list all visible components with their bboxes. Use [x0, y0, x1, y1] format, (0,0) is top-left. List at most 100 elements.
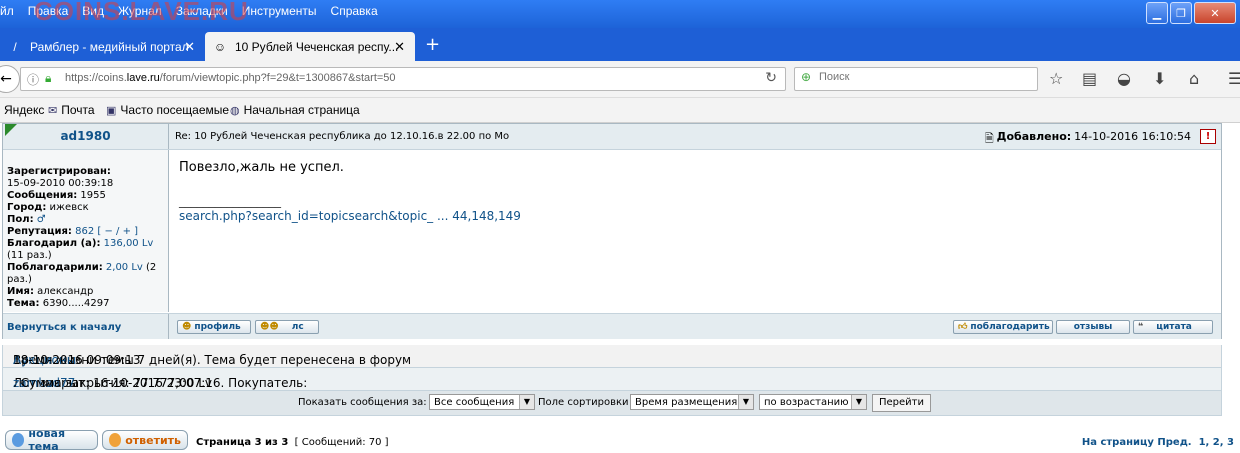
pocket-icon[interactable]: ◒ — [1117, 69, 1131, 88]
post-subject[interactable]: Re: 10 Рублей Чеченская республика до 12… — [175, 131, 509, 142]
reload-icon[interactable]: ↻ — [765, 70, 777, 86]
tab-rambler[interactable]: / Рамблер - медийный портал ✕ — [0, 32, 205, 61]
button-label: ответить — [125, 433, 181, 447]
quote-icon: ❝ — [1138, 322, 1144, 332]
go-button[interactable]: Перейти — [872, 394, 931, 412]
gender-label: Пол: — [7, 214, 34, 225]
pagination: На страницу Пред. 1, 2, 3 — [1082, 437, 1234, 448]
bookmark-frequent[interactable]: ▣ Часто посещаемые — [106, 103, 229, 117]
download-icon[interactable]: ⬇ — [1153, 69, 1166, 88]
tab-close-icon[interactable]: ✕ — [184, 39, 195, 55]
menu-edit[interactable]: Правка — [28, 4, 69, 18]
dropdown-arrow-icon: ▼ — [738, 395, 753, 409]
button-label: профиль — [194, 322, 241, 332]
city-label: Город: — [7, 202, 47, 213]
prev-page-link[interactable]: Пред. — [1157, 437, 1191, 448]
show-label: Показать сообщения за: — [298, 397, 427, 408]
home-icon[interactable]: ⌂ — [1189, 69, 1199, 88]
was-thanked-value[interactable]: 2,00 Lv — [106, 262, 143, 273]
button-label: цитата — [1156, 322, 1192, 332]
info-icon[interactable]: ⓘ — [27, 71, 39, 88]
thanked-times: (11 раз.) — [7, 250, 52, 261]
reputation-value[interactable]: 862 — [75, 226, 94, 237]
menu-view[interactable]: Вид — [82, 4, 104, 18]
window-controls: ▁ ❐ ✕ — [1146, 2, 1236, 24]
tab-label: Рамблер - медийный портал — [30, 39, 189, 54]
mail-icon: ✉ — [48, 104, 58, 117]
search-box[interactable]: ⊕ — [794, 67, 1038, 91]
bookmark-label: Начальная страница — [243, 103, 360, 117]
registered-value: 15-09-2010 00:39:18 — [7, 178, 114, 189]
pm-button[interactable]: ☻☻ лс — [255, 320, 319, 334]
reputation-controls[interactable]: [ − / + ] — [97, 226, 138, 237]
male-icon: ♂ — [36, 214, 46, 225]
new-tab-button[interactable]: + — [425, 34, 440, 55]
bookmarks-bar: Яндекс ✉ Почта ▣ Часто посещаемые ◍ Нача… — [0, 98, 1240, 123]
reviews-button[interactable]: отзывы — [1056, 320, 1130, 334]
new-topic-icon — [12, 433, 25, 447]
page-links[interactable]: 1, 2, 3 — [1199, 437, 1234, 448]
reply-button[interactable]: ответить — [102, 430, 188, 450]
author-profile: Зарегистрирован: 15-09-2010 00:39:18 Соо… — [3, 150, 169, 312]
lifetime-date: 18-10-2016 09:09:13 — [13, 353, 141, 367]
globe-icon: ◍ — [230, 104, 240, 117]
signature-rule: _________________ — [179, 194, 281, 208]
closed-sum: . Сумма закрытия: 77 777,00 Lv — [13, 376, 212, 390]
reputation-label: Репутация: — [7, 226, 72, 237]
bookmark-yandex[interactable]: Яндекс — [4, 103, 44, 117]
menu-help[interactable]: Справка — [331, 4, 378, 18]
lock-icon: 🔒︎ — [45, 71, 52, 85]
show-select[interactable]: Все сообщения ▼ — [429, 394, 535, 410]
signature-link[interactable]: search.php?search_id=topicsearch&topic_ … — [179, 209, 521, 223]
report-icon[interactable]: ! — [1200, 129, 1216, 144]
title-bar: йл Правка Вид Журнал Закладки Инструмент… — [0, 0, 1240, 28]
quote-button[interactable]: ❝ цитата — [1133, 320, 1213, 334]
profile-button[interactable]: ☻ профиль — [177, 320, 251, 334]
name-value: александр — [37, 286, 94, 297]
pager-label: На страницу — [1081, 437, 1154, 448]
thanked-value[interactable]: 136,00 Lv — [104, 238, 154, 249]
tab-close-icon[interactable]: ✕ — [394, 39, 405, 55]
url-text: https://coins.lave.ru/forum/viewtopic.ph… — [65, 72, 396, 84]
address-bar[interactable]: ⓘ 🔒︎ https://coins.lave.ru/forum/viewtop… — [20, 67, 786, 91]
back-arrow-icon[interactable]: ← — [0, 65, 20, 93]
search-input[interactable] — [817, 70, 1021, 84]
thanked-label: Благодарил (а): — [7, 238, 101, 249]
minimize-icon[interactable]: ▁ — [1146, 2, 1168, 24]
forum-post: ad1980 Re: 10 Рублей Чеченская республик… — [2, 123, 1222, 339]
bookmark-mail[interactable]: ✉ Почта — [48, 103, 95, 117]
bookmark-start[interactable]: ◍ Начальная страница — [230, 103, 360, 117]
tab-active[interactable]: ☺ 10 Рублей Чеченская респу... ✕ — [205, 32, 415, 61]
page-info: Страница 3 из 3 [ Сообщений: 70 ] — [196, 437, 389, 448]
post-header: ad1980 Re: 10 Рублей Чеченская республик… — [3, 124, 1221, 150]
maximize-icon[interactable]: ❐ — [1170, 2, 1192, 24]
menu-tools[interactable]: Инструменты — [242, 4, 317, 18]
star-icon[interactable]: ☆ — [1049, 69, 1063, 88]
show-value: Все сообщения — [434, 397, 515, 408]
messages-label: Сообщения: — [7, 190, 78, 201]
menu-history[interactable]: Журнал — [118, 4, 162, 18]
new-topic-button[interactable]: новая тема — [5, 427, 98, 453]
back-to-top-link[interactable]: Вернуться к началу — [7, 322, 121, 333]
menu-bar: йл Правка Вид Журнал Закладки Инструмент… — [0, 4, 378, 18]
post-author[interactable]: ad1980 — [3, 129, 168, 143]
post-message: Повезло,жаль не успел. — [179, 160, 344, 175]
post-actions: Вернуться к началу ☻ профиль ☻☻ лс 👍︎ по… — [3, 313, 1221, 339]
reading-list-icon[interactable]: ▤ — [1082, 69, 1097, 88]
dropdown-arrow-icon: ▼ — [519, 395, 534, 409]
search-engine-icon: ⊕ — [801, 70, 812, 84]
page-label: Страница 3 из 3 — [196, 437, 289, 448]
users-icon: ☻☻ — [260, 322, 279, 332]
bookmark-label: Яндекс — [4, 103, 45, 117]
menu-file[interactable]: йл — [0, 4, 14, 18]
signature: _________________ search.php?search_id=t… — [179, 194, 521, 224]
thank-button[interactable]: 👍︎ поблагодарить — [953, 320, 1053, 334]
smiley-icon: ☺ — [213, 39, 227, 54]
city-value: ижевск — [49, 202, 89, 213]
menu-bookmarks[interactable]: Закладки — [176, 4, 228, 18]
sort-order-select[interactable]: по возрастанию ▼ — [759, 394, 867, 410]
close-icon[interactable]: ✕ — [1194, 2, 1236, 24]
messages-count: [ Сообщений: 70 ] — [294, 437, 389, 448]
menu-icon[interactable]: ☰ — [1228, 69, 1240, 88]
sort-field-select[interactable]: Время размещения ▼ — [630, 394, 754, 410]
